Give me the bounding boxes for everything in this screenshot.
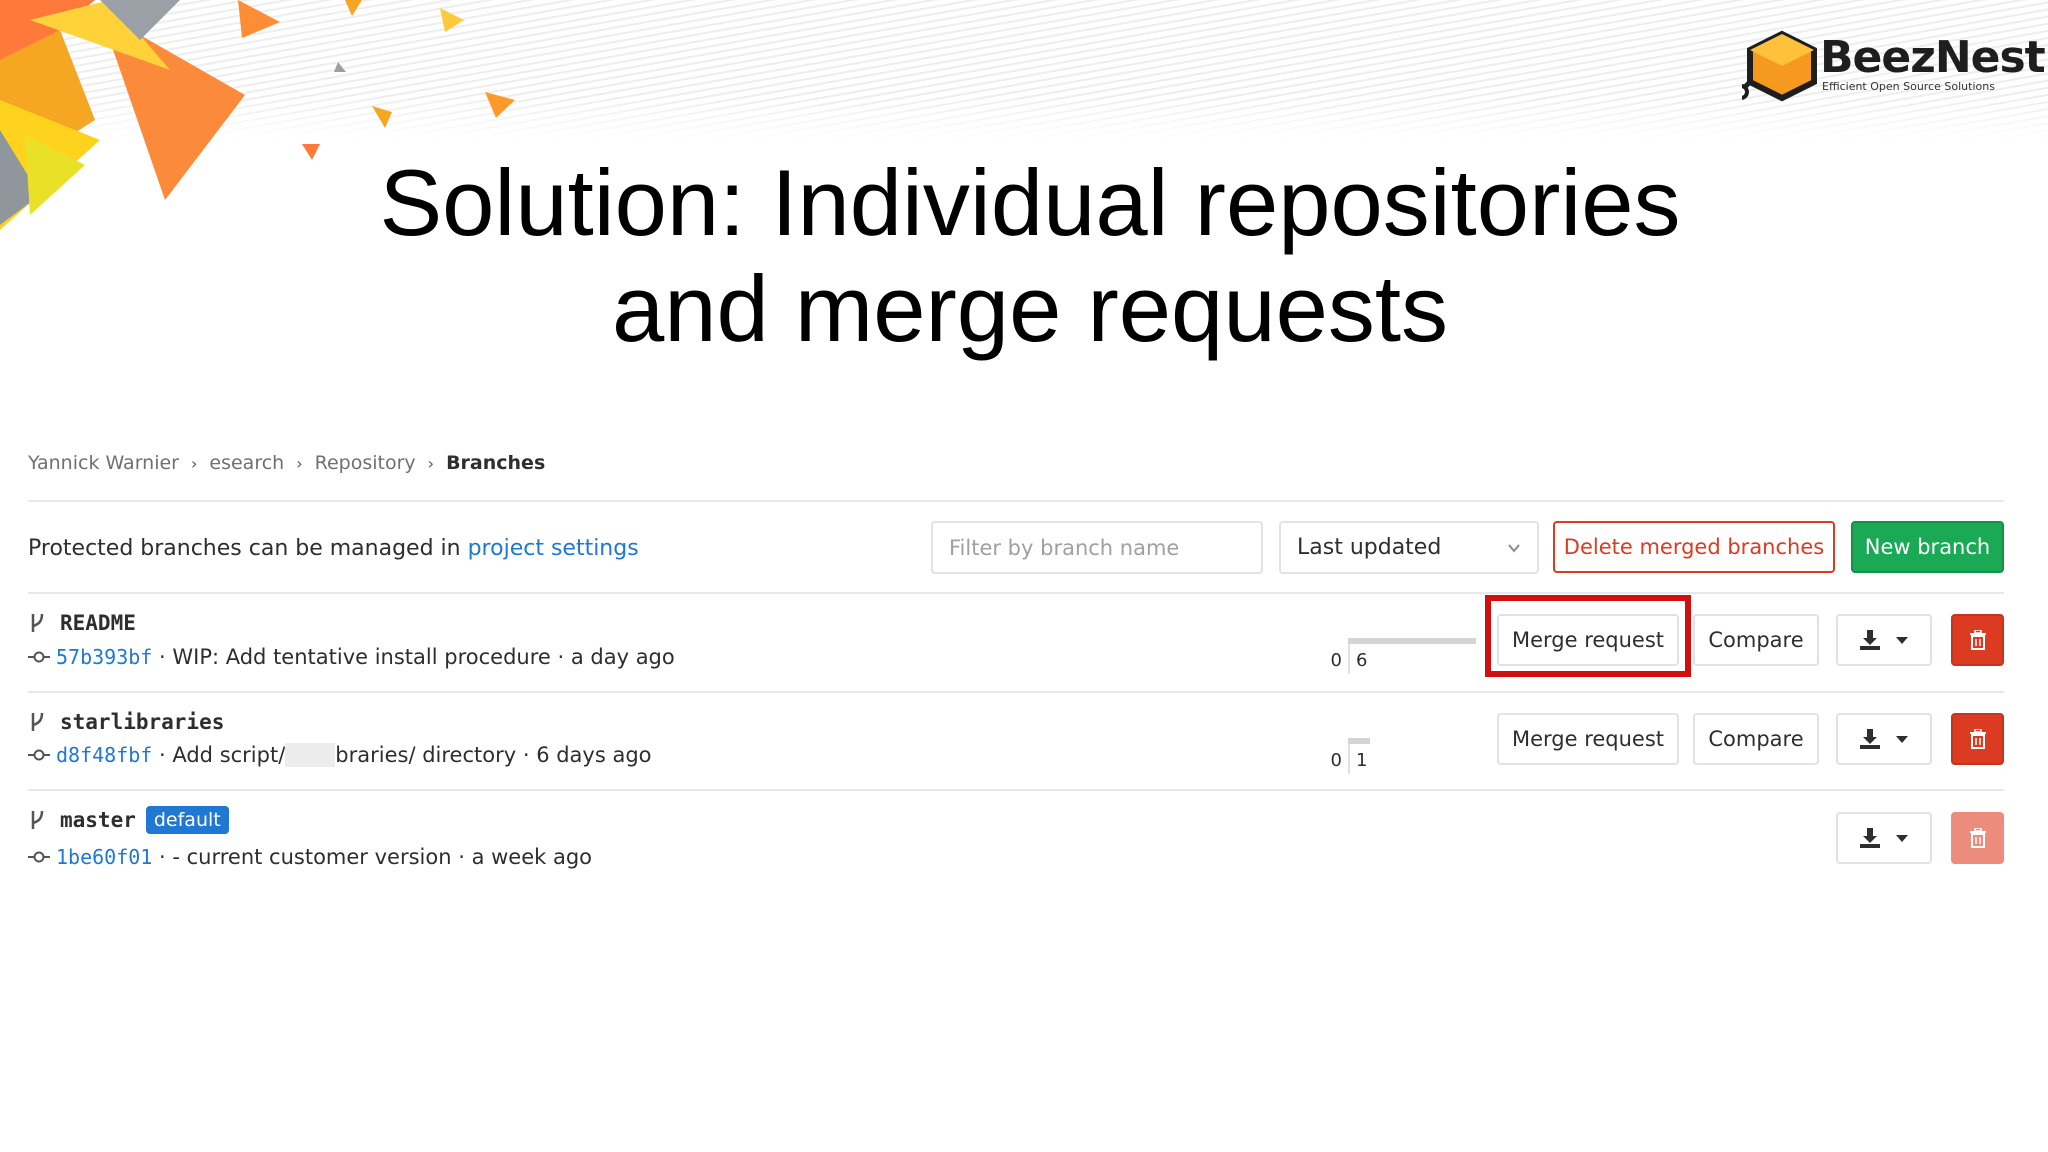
download-icon (1860, 729, 1880, 749)
branch-name-master[interactable]: master default (28, 806, 229, 834)
branch-name-readme[interactable]: README (28, 611, 136, 635)
commit-time: a day ago (570, 645, 675, 669)
divider (28, 789, 2004, 791)
commit-message-end[interactable]: braries/ directory (335, 743, 516, 767)
commit-sha-link[interactable]: 1be60f01 (56, 845, 152, 869)
commit-sha-link[interactable]: 57b393bf (56, 645, 152, 669)
separator-dot: · (516, 743, 537, 767)
commits-behind: 0 (1330, 750, 1342, 771)
separator-dot: · (451, 845, 472, 869)
breadcrumb-item-owner[interactable]: Yannick Warnier (28, 452, 179, 474)
caret-down-icon (1896, 637, 1908, 644)
trash-icon (1969, 630, 1986, 650)
commit-icon (28, 851, 50, 863)
download-dropdown[interactable] (1836, 812, 1932, 864)
commits-ahead: 6 (1356, 650, 1368, 671)
separator-dot: · (152, 845, 173, 869)
divider (28, 592, 2004, 594)
new-branch-button[interactable]: New branch (1851, 521, 2004, 573)
separator-dot: · (152, 645, 173, 669)
breadcrumb-separator-icon: › (191, 453, 198, 473)
breadcrumb-separator-icon: › (427, 453, 435, 473)
commit-time: a week ago (471, 845, 593, 869)
commits-ahead: 1 (1356, 750, 1368, 771)
slide-title-line1: Solution: Individual repositories (379, 150, 1681, 255)
delete-branch-button-disabled (1951, 812, 2004, 864)
commit-message-start[interactable]: Add script/ (172, 743, 285, 767)
delete-merged-branches-button[interactable]: Delete merged branches (1553, 521, 1835, 573)
project-settings-link[interactable]: project settings (468, 536, 639, 561)
caret-down-icon (1896, 835, 1908, 842)
delete-branch-button[interactable] (1951, 614, 2004, 666)
logo-name: BeezNest (1820, 32, 2046, 83)
compare-button[interactable]: Compare (1693, 713, 1819, 765)
commits-behind: 0 (1330, 650, 1342, 671)
sort-dropdown[interactable]: Last updated (1279, 521, 1539, 574)
separator-dot: · (152, 743, 173, 767)
branch-filter-input[interactable] (931, 521, 1263, 574)
delete-branch-button[interactable] (1951, 713, 2004, 765)
hexagon-logo-icon (1742, 30, 1817, 102)
compare-button[interactable]: Compare (1693, 614, 1819, 666)
commit-line: d8f48fbf · Add script/ braries/ director… (28, 743, 652, 767)
commit-message[interactable]: - current customer version (172, 845, 451, 869)
redacted-text (285, 743, 336, 767)
commit-line: 57b393bf · WIP: Add tentative install pr… (28, 645, 675, 669)
merge-request-button[interactable]: Merge request (1497, 713, 1679, 765)
protected-branches-info: Protected branches can be managed in pro… (28, 536, 639, 561)
breadcrumb-item-repository[interactable]: Repository (315, 452, 416, 474)
info-text: Protected branches can be managed in (28, 536, 468, 561)
branch-icon (31, 613, 44, 632)
commit-time: 6 days ago (536, 743, 652, 767)
commit-line: 1be60f01 · - current customer version · … (28, 845, 592, 869)
download-icon (1860, 630, 1880, 650)
divider (28, 500, 2004, 502)
commit-icon (28, 651, 50, 663)
slide-title-line2: and merge requests (611, 256, 1449, 361)
separator-dot: · (550, 645, 571, 669)
commit-icon (28, 749, 50, 761)
branch-icon (31, 712, 44, 731)
commit-sha-link[interactable]: d8f48fbf (56, 743, 152, 767)
divergence-graph: 0 6 (1328, 630, 1478, 674)
branch-icon (31, 810, 44, 829)
commit-message[interactable]: WIP: Add tentative install procedure (172, 645, 550, 669)
branch-name-text: starlibraries (60, 710, 225, 734)
highlight-box (1485, 595, 1691, 677)
commits-ahead-bar (1348, 638, 1476, 644)
breadcrumb-separator-icon: › (296, 453, 303, 473)
divergence-graph: 0 1 (1328, 730, 1478, 774)
branch-name-text: master (60, 808, 136, 832)
download-dropdown[interactable] (1836, 614, 1932, 666)
branch-name-starlibraries[interactable]: starlibraries (28, 710, 224, 734)
download-dropdown[interactable] (1836, 713, 1932, 765)
sort-value: Last updated (1297, 535, 1442, 560)
default-badge: default (145, 806, 229, 834)
commits-ahead-bar (1348, 738, 1370, 744)
chevron-down-icon (1508, 544, 1520, 553)
divider (28, 691, 2004, 693)
branch-name-text: README (60, 611, 136, 635)
logo-tagline: Efficient Open Source Solutions (1822, 80, 1995, 93)
beeznest-logo: BeezNest Efficient Open Source Solutions (1742, 28, 2046, 106)
breadcrumb-item-project[interactable]: esearch (209, 452, 284, 474)
trash-icon (1969, 729, 1986, 749)
slide-title: Solution: Individual repositories and me… (240, 150, 1820, 362)
breadcrumb-current[interactable]: Branches (446, 452, 545, 474)
trash-icon (1969, 828, 1986, 848)
download-icon (1860, 828, 1880, 848)
caret-down-icon (1896, 736, 1908, 743)
breadcrumb: Yannick Warnier › esearch › Repository ›… (28, 452, 545, 474)
